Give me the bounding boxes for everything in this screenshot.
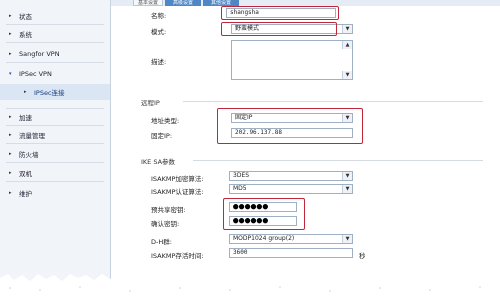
- sidebar-item-system[interactable]: ▸ 系统: [0, 26, 110, 42]
- chevron-right-icon: ▸: [9, 31, 12, 37]
- sidebar-item-status[interactable]: ▸ 状态: [0, 8, 110, 24]
- psk-label: 预共享密钥:: [151, 206, 186, 214]
- sidebar-item-label: 流量管理: [19, 132, 45, 140]
- sidebar-item-label: 防火墙: [19, 151, 39, 159]
- sidebar-item-label: 加速: [19, 114, 32, 122]
- highlight-box: [217, 108, 363, 144]
- divider: [193, 160, 483, 161]
- divider: [6, 143, 104, 144]
- sidebar-item-traffic[interactable]: ▸ 流量管理: [0, 127, 110, 143]
- chevron-right-icon: ▸: [9, 51, 12, 57]
- sidebar-item-label: 维护: [19, 190, 32, 198]
- dh-group-select[interactable]: MODP1024 group(2) ▼: [229, 234, 353, 244]
- dh-group-label: D-H群:: [151, 238, 172, 246]
- description-textarea[interactable]: ▲ ▼: [231, 40, 353, 80]
- highlight-box: [223, 198, 305, 230]
- divider: [6, 42, 104, 43]
- tab-basic[interactable]: 基本设置: [133, 0, 163, 6]
- divider: [6, 62, 104, 63]
- sidebar-item-label: 系统: [19, 31, 32, 39]
- chevron-down-icon[interactable]: ▼: [342, 172, 352, 180]
- scroll-up-icon[interactable]: ▲: [342, 41, 352, 49]
- sidebar-item-label: IPSec VPN: [19, 70, 52, 78]
- highlight-box: [221, 6, 339, 20]
- dh-group-value: MODP1024 group(2): [233, 235, 295, 242]
- divider: [6, 181, 104, 182]
- scroll-down-icon[interactable]: ▼: [342, 71, 352, 79]
- sidebar-item-label: 状态: [19, 13, 32, 21]
- tab-advanced[interactable]: 高级设置: [165, 0, 201, 6]
- chevron-right-icon: ▸: [9, 132, 12, 138]
- description-label: 描述:: [151, 58, 167, 66]
- section-ike-sa: IKE SA参数: [141, 158, 176, 166]
- chevron-down-icon[interactable]: ▼: [342, 235, 352, 243]
- sidebar: ▸ 状态 ▸ 系统 ▸ Sangfor VPN ▾ IPSec VPN ▸ IP…: [0, 0, 111, 300]
- chevron-right-icon: ▸: [24, 89, 27, 95]
- sidebar-item-ha[interactable]: ▸ 双机: [0, 165, 110, 181]
- fixed-ip-label: 固定IP:: [151, 132, 173, 140]
- lifetime-unit: 秒: [359, 252, 366, 260]
- sidebar-item-sangfor-vpn[interactable]: ▸ Sangfor VPN: [0, 46, 110, 62]
- divider: [6, 24, 104, 25]
- auth-algo-select[interactable]: MD5 ▼: [229, 184, 353, 194]
- section-remote-ip: 远程IP: [141, 99, 160, 107]
- sidebar-item-label: Sangfor VPN: [19, 50, 60, 58]
- main-panel: 基本设置 高级设置 其他设置 名称: shangsha 模式: 野蛮模式 ▼ 描…: [111, 0, 500, 300]
- divider: [6, 125, 104, 126]
- chevron-down-icon[interactable]: ▼: [342, 185, 352, 193]
- sidebar-item-acceleration[interactable]: ▸ 加速: [0, 109, 110, 125]
- lifetime-input[interactable]: 3600: [229, 248, 353, 258]
- sidebar-item-ipsec-vpn[interactable]: ▾ IPSec VPN: [0, 66, 110, 82]
- divider: [183, 101, 483, 102]
- chevron-right-icon: ▸: [9, 13, 12, 19]
- lifetime-label: ISAKMP存活时间:: [151, 252, 204, 260]
- chevron-right-icon: ▸: [9, 151, 12, 157]
- torn-edge: [0, 274, 500, 300]
- address-type-label: 地址类型:: [151, 117, 180, 125]
- enc-algo-label: ISAKMP加密算法:: [151, 175, 204, 183]
- mode-label: 模式:: [151, 28, 167, 36]
- auth-algo-label: ISAKMP认证算法:: [151, 188, 204, 196]
- chevron-down-icon: ▾: [9, 71, 12, 77]
- chevron-down-icon[interactable]: ▼: [342, 25, 352, 33]
- sidebar-item-firewall[interactable]: ▸ 防火墙: [0, 146, 110, 162]
- chevron-right-icon: ▸: [9, 170, 12, 176]
- sidebar-item-ipsec-connection[interactable]: ▸ IPSec连接: [0, 84, 110, 100]
- confirm-key-label: 确认密钥:: [151, 220, 180, 228]
- enc-algo-select[interactable]: 3DES ▼: [229, 171, 353, 181]
- sidebar-item-maintenance[interactable]: ▸ 维护: [0, 185, 110, 201]
- divider: [6, 162, 104, 163]
- auth-algo-value: MD5: [233, 185, 247, 192]
- chevron-right-icon: ▸: [9, 114, 12, 120]
- sidebar-item-label: 双机: [19, 170, 32, 178]
- name-label: 名称:: [151, 12, 167, 20]
- chevron-right-icon: ▸: [9, 190, 12, 196]
- sidebar-item-label: IPSec连接: [34, 89, 65, 97]
- highlight-box: [221, 22, 337, 36]
- enc-algo-value: 3DES: [233, 172, 250, 179]
